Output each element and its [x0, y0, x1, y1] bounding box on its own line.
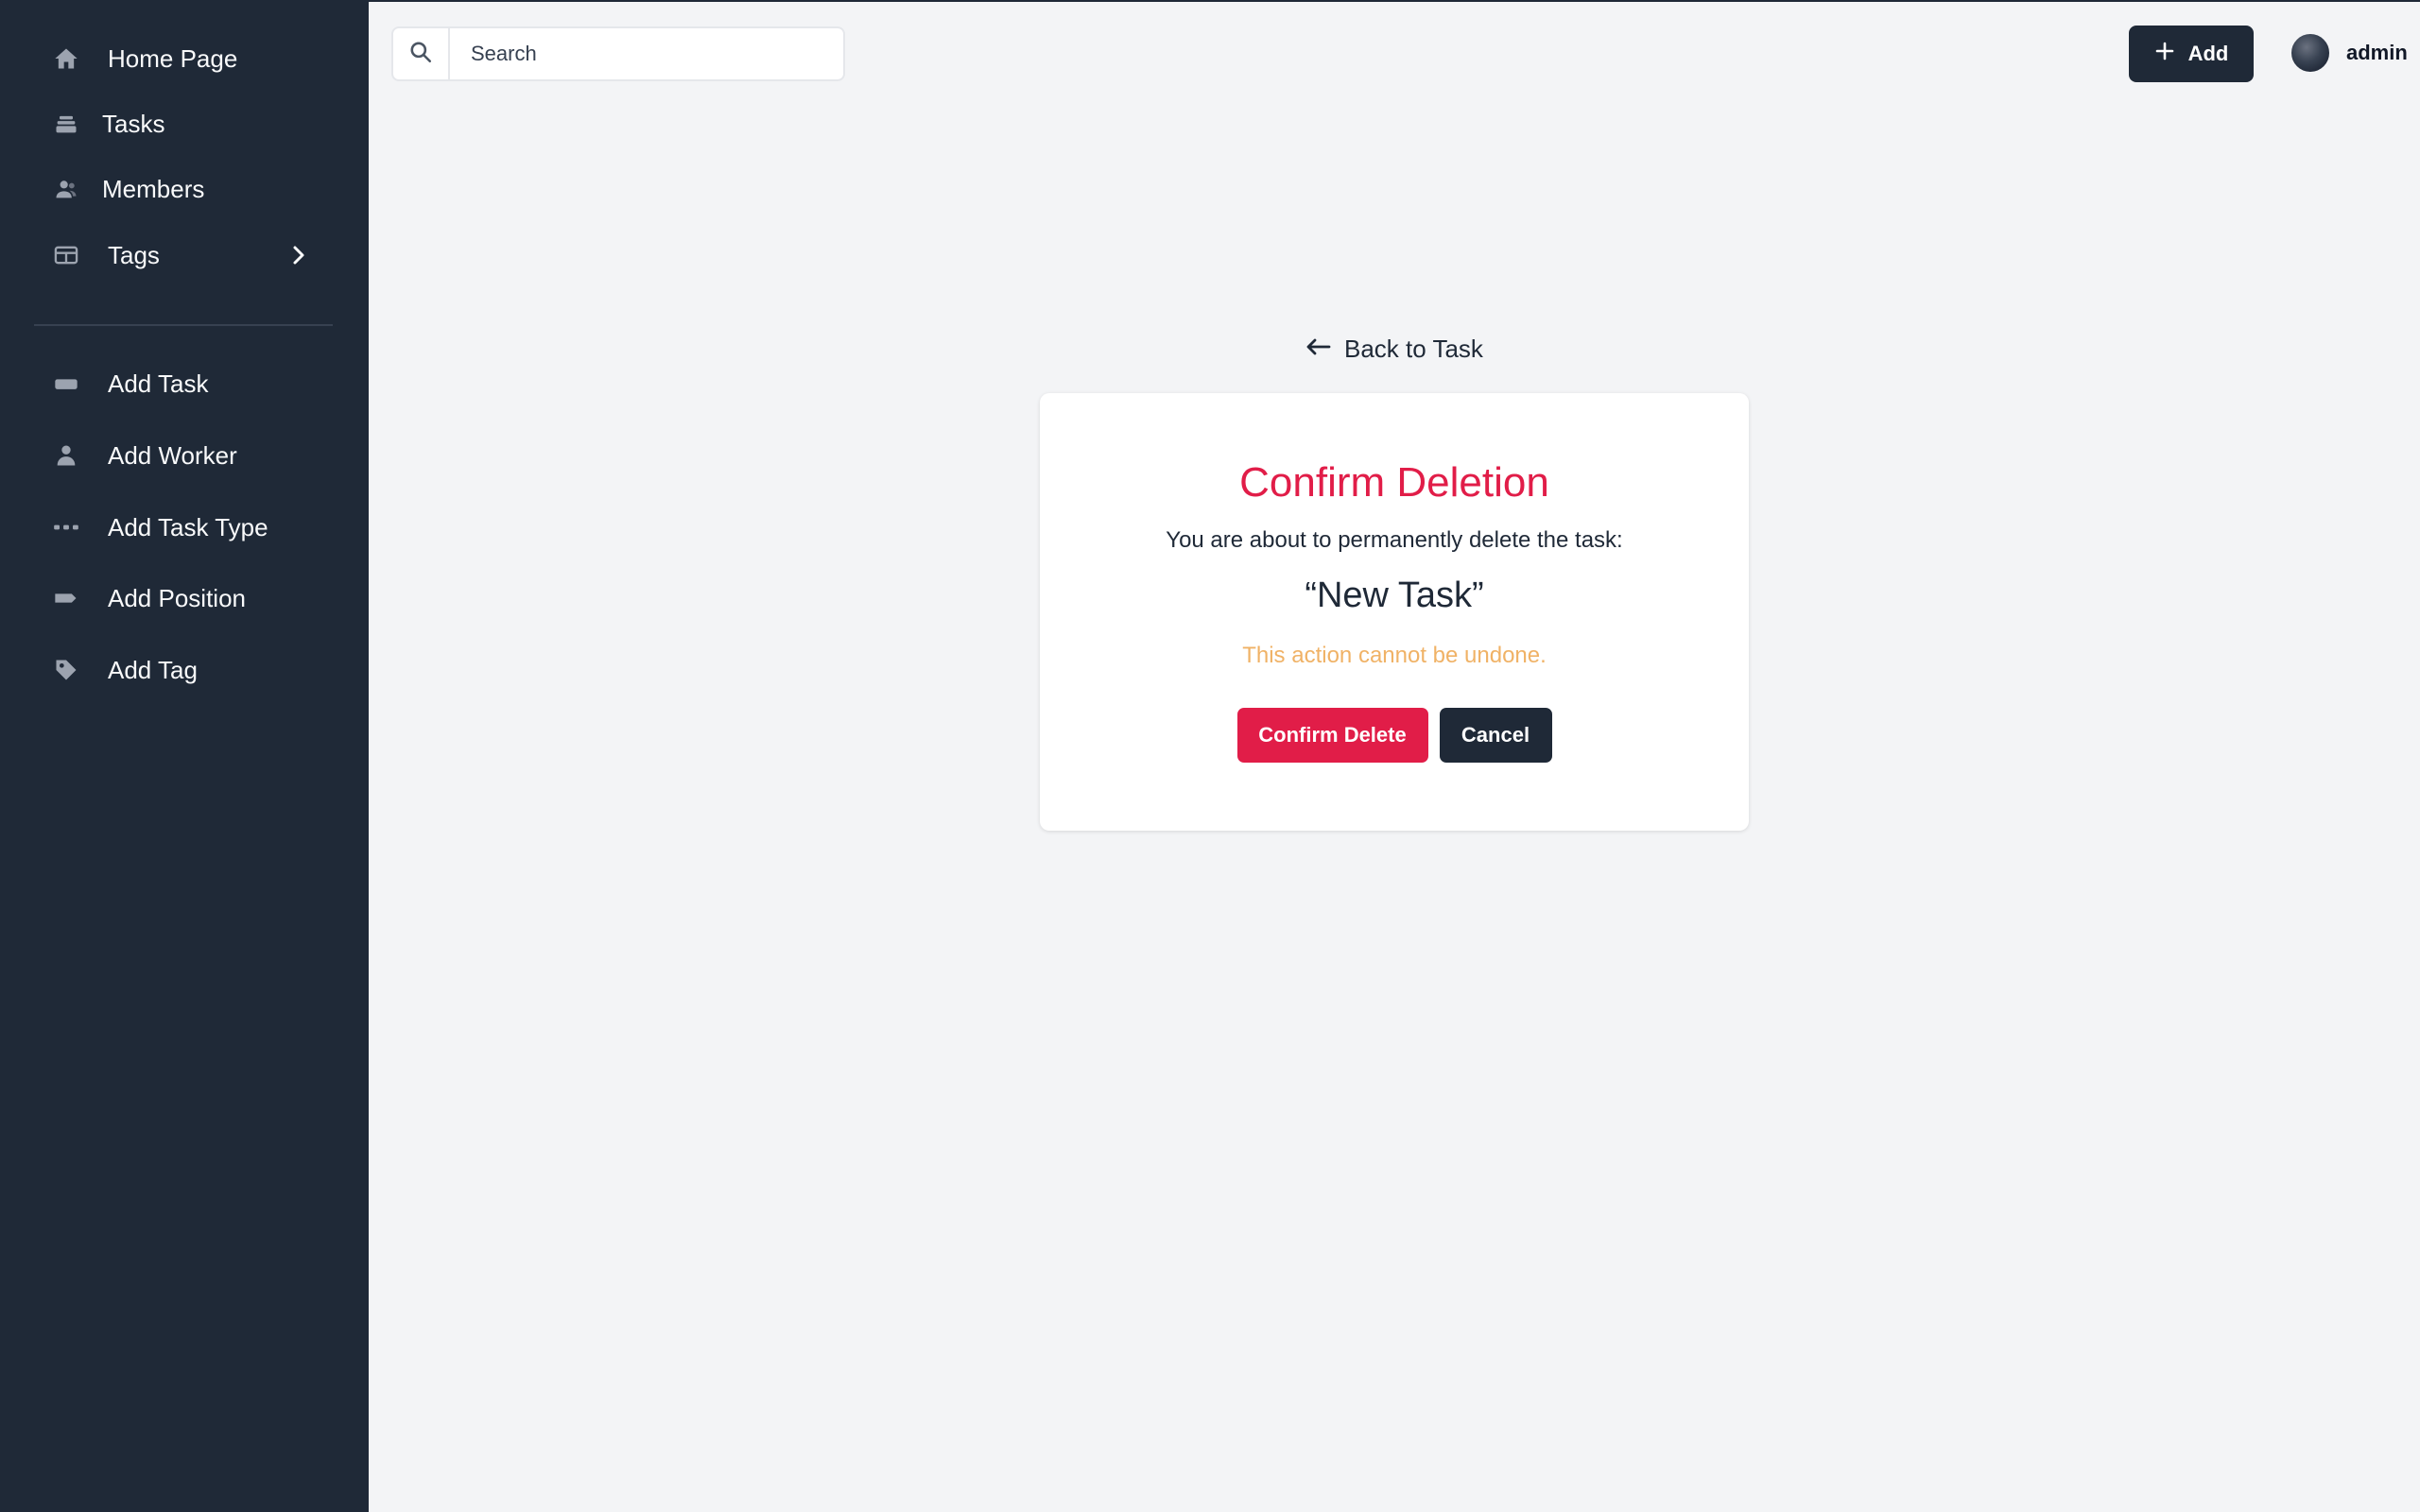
- users-icon: [53, 176, 79, 202]
- confirm-delete-button[interactable]: Confirm Delete: [1236, 708, 1428, 763]
- delete-confirmation-card: Confirm Deletion You are about to perman…: [1040, 393, 1749, 831]
- label-icon: [53, 585, 79, 611]
- search-input[interactable]: [450, 42, 828, 66]
- search-icon: [408, 40, 433, 69]
- tag-icon: [53, 657, 79, 683]
- rectangle-icon: [53, 370, 79, 397]
- sidebar-item-label: Add Worker: [108, 440, 237, 470]
- home-icon: [53, 45, 79, 72]
- sidebar-item-tags[interactable]: Tags: [0, 229, 369, 282]
- sidebar-item-label: Add Position: [108, 583, 246, 612]
- dots-icon: [53, 514, 79, 541]
- sidebar: Home Page Tasks Members Tags Add Task Ad…: [0, 0, 369, 1512]
- layers-icon: [53, 111, 79, 137]
- user-menu[interactable]: admin: [2290, 26, 2408, 79]
- search-button[interactable]: [393, 28, 450, 79]
- user-icon: [53, 442, 79, 469]
- sidebar-item-add-position[interactable]: Add Position: [0, 572, 369, 625]
- table-icon: [53, 242, 79, 268]
- sidebar-item-label: Tags: [108, 240, 160, 269]
- arrow-left-icon: [1305, 335, 1331, 364]
- sidebar-item-label: Tasks: [102, 109, 165, 138]
- search-bar: [391, 26, 845, 81]
- task-name: “New Task”: [1305, 576, 1484, 615]
- sidebar-item-label: Members: [102, 174, 205, 203]
- warning-text: This action cannot be undone.: [1242, 643, 1547, 668]
- avatar: [2290, 32, 2331, 74]
- sidebar-item-tasks[interactable]: Tasks: [0, 97, 369, 150]
- sidebar-item-add-task-type[interactable]: Add Task Type: [0, 501, 369, 554]
- page-title: Confirm Deletion: [1239, 459, 1549, 506]
- top-border: [369, 0, 2420, 2]
- sidebar-item-home-page[interactable]: Home Page: [0, 32, 369, 85]
- sidebar-item-members[interactable]: Members: [0, 163, 369, 215]
- add-button-label: Add: [2187, 42, 2229, 65]
- sidebar-item-label: Add Tag: [108, 655, 198, 684]
- sidebar-item-label: Home Page: [108, 43, 238, 73]
- sidebar-item-add-tag[interactable]: Add Tag: [0, 644, 369, 696]
- sidebar-item-label: Add Task Type: [108, 512, 268, 541]
- user-name: admin: [2346, 41, 2408, 64]
- chevron-right-icon: [289, 242, 308, 268]
- back-to-task-link[interactable]: Back to Task: [1305, 335, 1483, 364]
- sidebar-item-label: Add Task: [108, 369, 209, 398]
- plus-icon: [2154, 41, 2175, 67]
- back-link-label: Back to Task: [1344, 335, 1483, 363]
- delete-description: You are about to permanently delete the …: [1166, 527, 1623, 553]
- add-button[interactable]: Add: [2129, 26, 2254, 82]
- cancel-button[interactable]: Cancel: [1439, 708, 1552, 763]
- sidebar-divider: [34, 324, 333, 326]
- sidebar-item-add-task[interactable]: Add Task: [0, 357, 369, 410]
- action-buttons: Confirm Delete Cancel: [1040, 708, 1749, 763]
- sidebar-item-add-worker[interactable]: Add Worker: [0, 429, 369, 482]
